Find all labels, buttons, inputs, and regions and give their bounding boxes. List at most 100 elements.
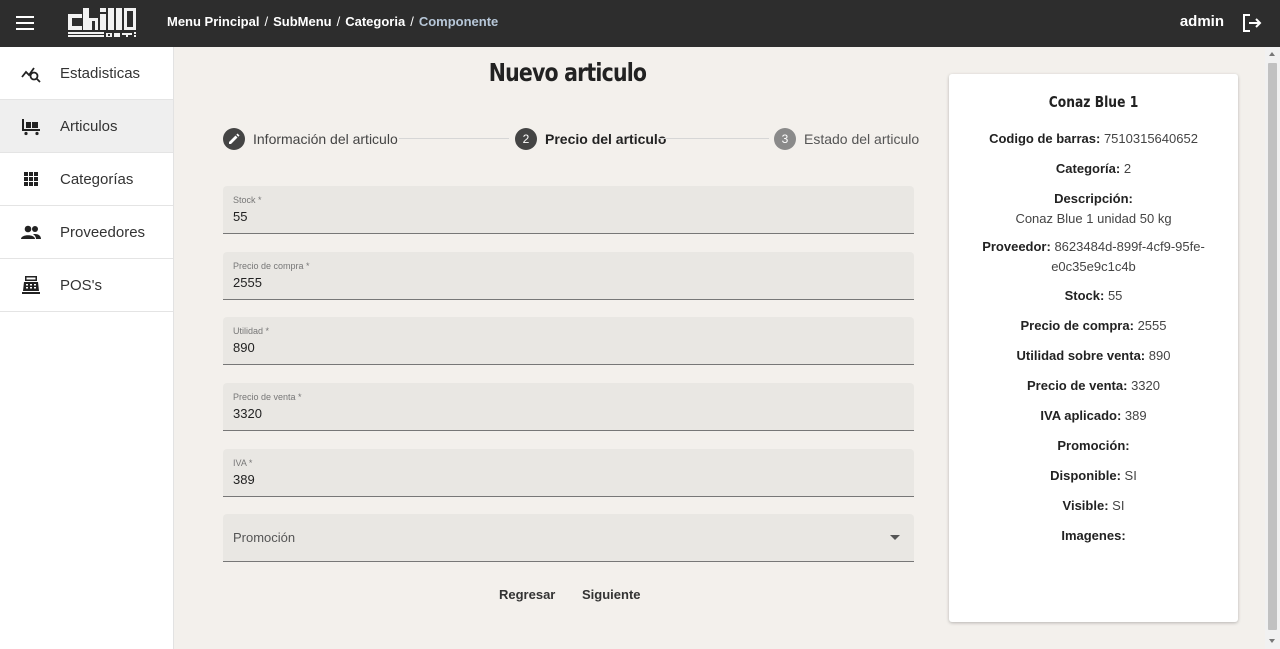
user-name[interactable]: admin xyxy=(1180,13,1224,30)
summary-value: 890 xyxy=(1148,348,1171,363)
field-label: Precio de venta * xyxy=(233,392,302,402)
sidebar-item-label: Categorías xyxy=(60,170,134,188)
next-button[interactable]: Siguiente xyxy=(582,587,641,602)
summary-value: SI xyxy=(1124,468,1137,483)
breadcrumb-item[interactable]: SubMenu xyxy=(273,14,332,29)
sidebar-item-label: POS's xyxy=(60,276,103,294)
menu-icon[interactable] xyxy=(14,13,38,33)
summary-row: Descripción: Conaz Blue 1 unidad 50 kg xyxy=(971,189,1216,229)
summary-row: Utilidad sobre venta: 890 xyxy=(971,346,1216,366)
field-value[interactable]: 890 xyxy=(233,340,255,355)
summary-label: Descripción: xyxy=(1054,191,1133,206)
field-value[interactable]: 3320 xyxy=(233,406,262,421)
field-label: Precio de compra * xyxy=(233,261,310,271)
breadcrumb-separator: / xyxy=(264,14,269,29)
step-informacion[interactable]: Información del articulo xyxy=(223,127,398,151)
sidebar-item-proveedores[interactable]: Proveedores xyxy=(0,206,173,259)
sidebar-item-categorias[interactable]: Categorías xyxy=(0,153,173,206)
summary-label: IVA aplicado: xyxy=(1040,408,1122,423)
breadcrumb-item[interactable]: Menu Principal xyxy=(167,14,259,29)
step-connector xyxy=(399,138,509,139)
summary-label: Categoría: xyxy=(1055,161,1121,176)
summary-label: Codigo de barras: xyxy=(989,131,1101,146)
summary-value: 8623484d-899f-4cf9-95fe-e0c35e9c1c4b xyxy=(1051,239,1205,274)
summary-label: Visible: xyxy=(1062,498,1109,513)
summary-value: 7510315640652 xyxy=(1103,131,1198,146)
summary-row: Categoría: 2 xyxy=(971,159,1216,179)
summary-label: Utilidad sobre venta: xyxy=(1016,348,1146,363)
summary-label: Proveedor: xyxy=(982,239,1051,254)
summary-value: Conaz Blue 1 unidad 50 kg xyxy=(1015,211,1172,226)
breadcrumb-current: Componente xyxy=(418,14,499,29)
summary-row: Codigo de barras: 7510315640652 xyxy=(971,129,1216,149)
iva-field[interactable]: IVA * 389 xyxy=(223,449,914,497)
scroll-down-arrow-icon[interactable] xyxy=(1269,639,1275,643)
breadcrumb-item[interactable]: Categoria xyxy=(345,14,405,29)
select-placeholder: Promoción xyxy=(233,530,296,545)
scrollbar[interactable] xyxy=(1265,47,1280,649)
summary-label: Stock: xyxy=(1064,288,1105,303)
top-bar: Menu Principal / SubMenu / Categoria / Compone… xyxy=(0,0,1280,47)
field-label: Stock * xyxy=(233,195,262,205)
summary-value: 2 xyxy=(1123,161,1132,176)
summary-label: Precio de venta: xyxy=(1027,378,1128,393)
summary-row: IVA aplicado: 389 xyxy=(971,406,1216,426)
step-number: 3 xyxy=(774,128,796,150)
promocion-select[interactable]: Promoción xyxy=(223,514,914,562)
summary-row: Disponible: SI xyxy=(971,466,1216,486)
summary-value: 2555 xyxy=(1137,318,1167,333)
step-number: 2 xyxy=(515,128,537,150)
summary-row: Visible: SI xyxy=(971,496,1216,516)
summary-row: Imagenes: xyxy=(971,526,1216,546)
article-summary-card: Conaz Blue 1 Codigo de barras: 751031564… xyxy=(949,74,1238,622)
summary-row: Promoción: xyxy=(971,436,1216,456)
step-connector xyxy=(659,138,769,139)
sidebar-item-label: Estadisticas xyxy=(60,64,141,82)
summary-row: Precio de venta: 3320 xyxy=(971,376,1216,396)
back-button[interactable]: Regresar xyxy=(499,587,555,602)
grid-icon xyxy=(20,168,42,190)
summary-value: 55 xyxy=(1107,288,1123,303)
summary-label: Imagenes: xyxy=(1061,528,1126,543)
field-value[interactable]: 2555 xyxy=(233,275,262,290)
sidebar: Estadisticas Articulos Categorías Provee… xyxy=(0,47,174,649)
sidebar-item-articulos[interactable]: Articulos xyxy=(0,100,173,153)
step-label: Información del articulo xyxy=(253,131,398,147)
pencil-icon xyxy=(223,128,245,150)
breadcrumb: Menu Principal / SubMenu / Categoria / Compone… xyxy=(167,14,498,29)
sidebar-item-label: Articulos xyxy=(60,117,118,135)
summary-label: Precio de compra: xyxy=(1020,318,1134,333)
people-icon xyxy=(20,221,42,243)
scroll-up-arrow-icon[interactable] xyxy=(1269,52,1275,56)
logout-icon[interactable] xyxy=(1241,12,1263,34)
scrollbar-thumb[interactable] xyxy=(1268,63,1277,630)
breadcrumb-separator: / xyxy=(336,14,341,29)
chevron-down-icon[interactable] xyxy=(890,535,900,540)
summary-value: 3320 xyxy=(1131,378,1160,393)
summary-value: SI xyxy=(1112,498,1125,513)
chill-out-logo[interactable] xyxy=(66,5,138,42)
precio-venta-field[interactable]: Precio de venta * 3320 xyxy=(223,383,914,431)
field-label: Utilidad * xyxy=(233,326,270,336)
step-label: Precio del articulo xyxy=(545,131,667,147)
stock-field[interactable]: Stock * 55 xyxy=(223,186,914,234)
precio-compra-field[interactable]: Precio de compra * 2555 xyxy=(223,252,914,300)
field-value[interactable]: 389 xyxy=(233,472,255,487)
stats-icon xyxy=(20,62,42,84)
utilidad-field[interactable]: Utilidad * 890 xyxy=(223,317,914,365)
cart-icon xyxy=(20,115,42,137)
summary-label: Promoción: xyxy=(1057,438,1130,453)
card-title: Conaz Blue 1 xyxy=(1048,93,1139,111)
breadcrumb-separator: / xyxy=(410,14,414,29)
sidebar-item-estadisticas[interactable]: Estadisticas xyxy=(0,47,173,100)
sidebar-item-pos[interactable]: POS's xyxy=(0,259,173,312)
sidebar-item-label: Proveedores xyxy=(60,223,146,241)
register-icon xyxy=(20,274,42,296)
field-label: IVA * xyxy=(233,458,253,468)
summary-row: Precio de compra: 2555 xyxy=(971,316,1216,336)
field-value[interactable]: 55 xyxy=(233,209,247,224)
step-estado[interactable]: 3 Estado del articulo xyxy=(774,127,919,151)
summary-row: Proveedor: 8623484d-899f-4cf9-95fe-e0c35… xyxy=(977,237,1210,277)
step-precio[interactable]: 2 Precio del articulo xyxy=(515,127,666,151)
summary-row: Stock: 55 xyxy=(971,286,1216,306)
